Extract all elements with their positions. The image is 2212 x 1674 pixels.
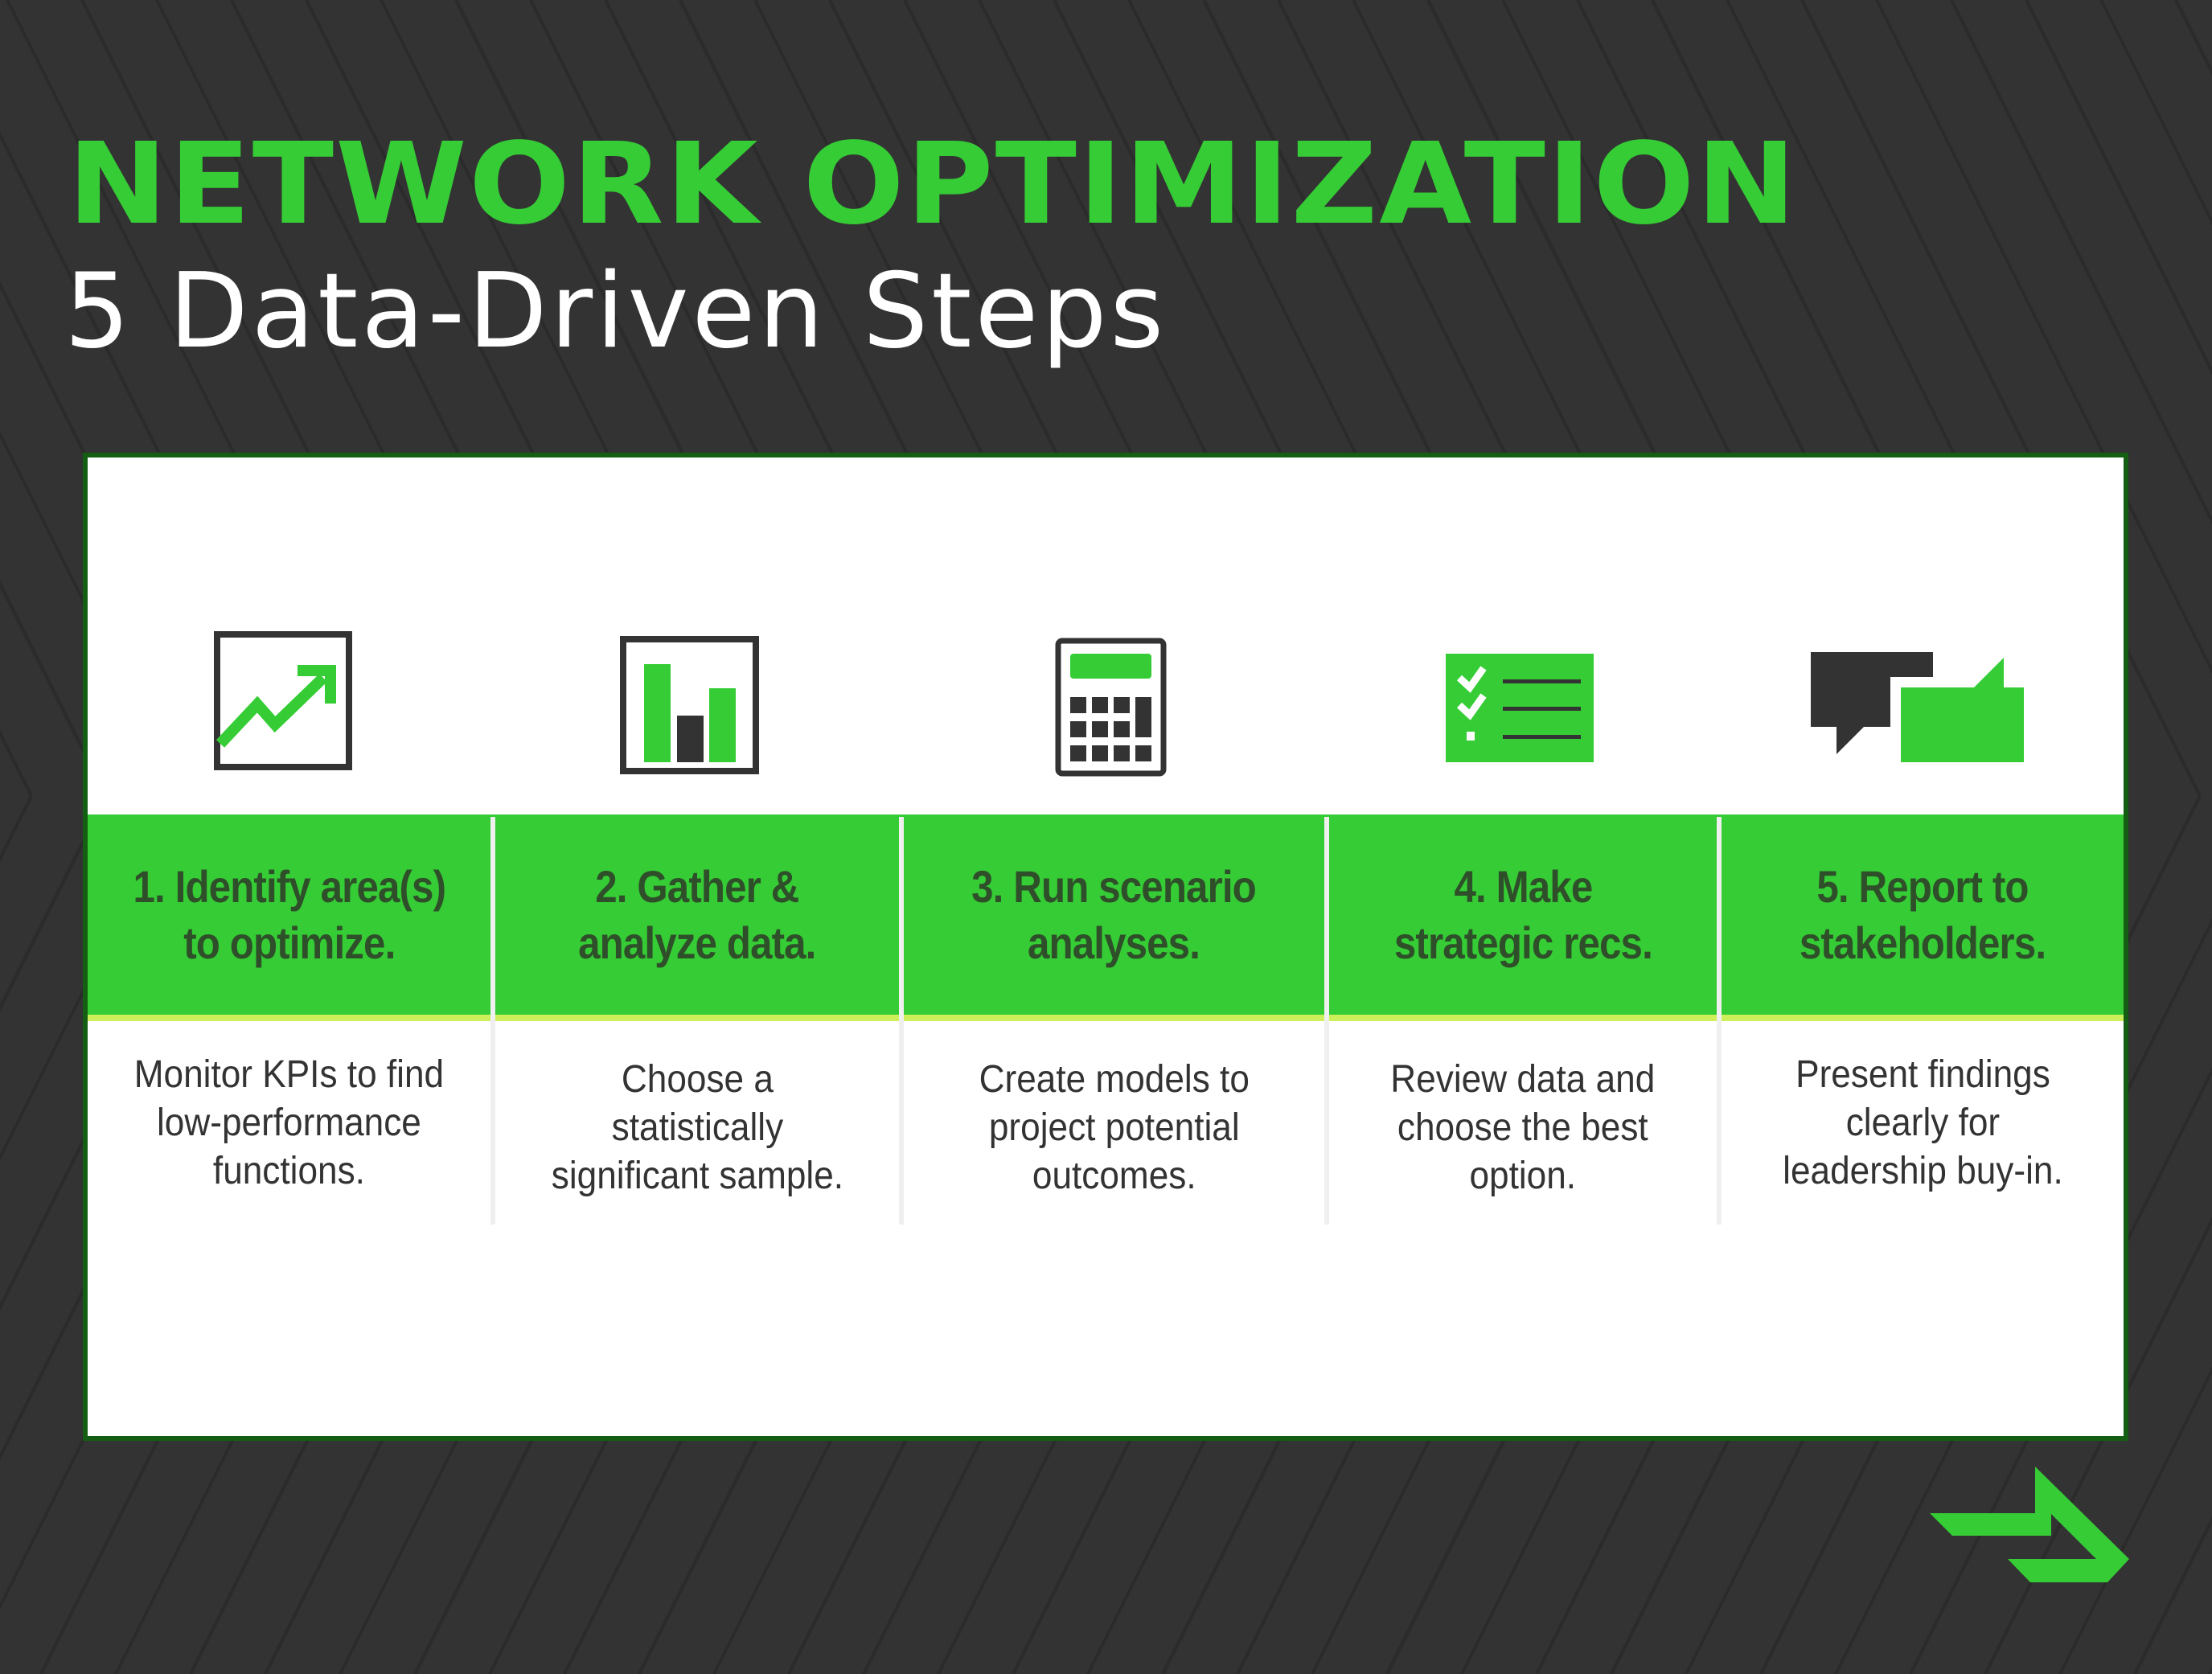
step-2-description: Choose a statistically significant sample. [551,1058,843,1197]
step-1-description: Monitor KPIs to find low-performance funct… [133,1053,445,1192]
step-5-description: Present findings clearly for leadership bu… [1782,1053,2063,1192]
steps-header-band: 1. Identify area(s) to optimize. 2. Gathe… [88,814,2124,1021]
checklist-icon [1446,654,1594,762]
background-stripe [2174,0,2212,76]
column-divider [1324,817,1329,1021]
column-divider [899,817,904,1021]
steps-card: 1. Identify area(s) to optimize. 2. Gathe… [83,453,2128,1441]
column-divider [490,817,495,1021]
calculator-icon [1055,638,1167,777]
brand-arrow-logo-icon [1930,1467,2129,1582]
page-title: NETWORK OPTIMIZATION [68,119,1798,250]
background-stripe [0,729,33,797]
step-3-heading: 3. Run scenario analyses. [971,860,1258,968]
step-3-description: Create models to project potential outcome… [979,1058,1250,1197]
column-divider [1717,817,1722,1021]
background-stripe [0,795,33,863]
chat-bubbles-icon [1811,652,2024,762]
background-stripe [2133,1516,2212,1674]
step-1-heading: 1. Identify area(s) to optimize. [133,860,445,968]
step-5-heading: 5. Report to stakeholders. [1799,860,2046,968]
trend-up-chart-icon [214,631,352,770]
band-accent-stripe [88,1015,2124,1021]
step-2-heading: 2. Gather & analyze data. [578,860,816,968]
bar-chart-icon [620,636,759,774]
page-subtitle: 5 Data-Driven Steps [64,252,1168,371]
step-4-heading: 4. Make strategic recs. [1393,860,1652,968]
step-4-description: Review data and choose the best option. [1390,1058,1656,1197]
